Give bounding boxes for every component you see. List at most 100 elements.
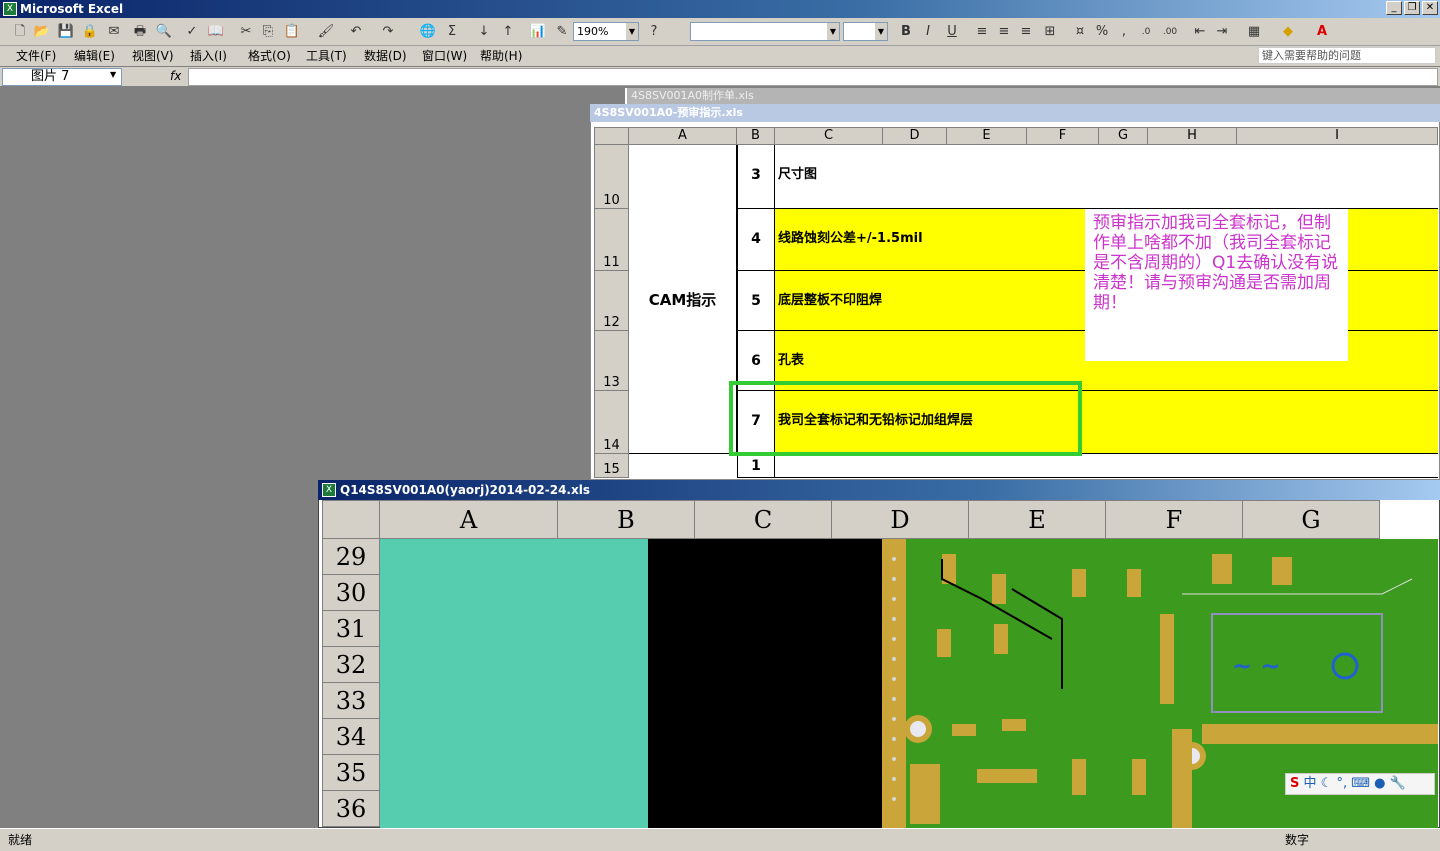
item-text-cell[interactable]: 尺寸图 — [775, 145, 1438, 209]
column-header-C[interactable]: C — [695, 500, 832, 539]
menu-item-2[interactable]: 视图(V) — [132, 48, 174, 64]
copy-icon[interactable]: ⎘ — [258, 22, 278, 42]
help-search-input[interactable]: 键入需要帮助的问题 — [1258, 47, 1436, 64]
row-header[interactable]: 35 — [322, 755, 380, 791]
name-box[interactable]: 图片 7 — [2, 68, 122, 86]
align-left-icon[interactable]: ≡ — [972, 22, 992, 42]
bold-button[interactable]: B — [896, 22, 916, 42]
increase-decimal-icon[interactable]: .0 — [1136, 22, 1156, 42]
workbook-window-title[interactable]: 4S8SV001A0制作单.xls — [625, 88, 1440, 104]
font-color-icon[interactable]: A — [1312, 22, 1332, 42]
percent-icon[interactable]: % — [1092, 22, 1112, 42]
menu-item-6[interactable]: 数据(D) — [364, 48, 407, 64]
row-header[interactable]: 30 — [322, 575, 380, 611]
row-header[interactable]: 36 — [322, 791, 380, 827]
minimize-button[interactable]: _ — [1386, 1, 1402, 15]
column-header-A[interactable]: A — [629, 127, 737, 145]
row-header[interactable]: 11 — [594, 209, 629, 271]
menu-item-3[interactable]: 插入(I) — [190, 48, 227, 64]
decrease-indent-icon[interactable]: ⇤ — [1190, 22, 1210, 42]
select-all-corner[interactable] — [322, 500, 380, 539]
close-button[interactable]: ✕ — [1422, 1, 1438, 15]
user-icon[interactable]: ● — [1374, 776, 1385, 791]
column-header-E[interactable]: E — [947, 127, 1027, 145]
chevron-down-icon[interactable]: ▼ — [827, 23, 839, 40]
punctuation-icon[interactable]: °, — [1336, 776, 1347, 791]
ime-toolbar[interactable]: S 中 ☾ °, ⌨ ● 🔧 — [1285, 773, 1435, 795]
undo-icon[interactable]: ↶ — [346, 22, 366, 42]
format-painter-icon[interactable]: 🖌 — [316, 22, 336, 42]
decrease-decimal-icon[interactable]: .00 — [1160, 22, 1180, 42]
underline-button[interactable]: U — [942, 22, 962, 42]
column-header-F[interactable]: F — [1106, 500, 1243, 539]
column-header-C[interactable]: C — [775, 127, 883, 145]
chevron-down-icon[interactable]: ▼ — [110, 70, 116, 79]
menu-item-7[interactable]: 窗口(W) — [422, 48, 467, 64]
row-header[interactable]: 15 — [594, 454, 629, 478]
permission-icon[interactable]: 🔒 — [80, 22, 100, 42]
row-header[interactable]: 12 — [594, 271, 629, 331]
row-header[interactable]: 32 — [322, 647, 380, 683]
align-center-icon[interactable]: ≡ — [994, 22, 1014, 42]
row-header[interactable]: 14 — [594, 391, 629, 454]
merge-center-icon[interactable]: ⊞ — [1040, 22, 1060, 42]
column-header-A[interactable]: A — [380, 500, 558, 539]
item-number-cell[interactable]: 4 — [737, 209, 775, 271]
paste-icon[interactable]: 📋 — [282, 22, 302, 42]
merged-cell-label[interactable]: CAM指示 — [629, 145, 737, 454]
align-right-icon[interactable]: ≡ — [1016, 22, 1036, 42]
row-header[interactable]: 31 — [322, 611, 380, 647]
font-size-combo[interactable]: ▼ — [843, 22, 888, 41]
column-header-B[interactable]: B — [737, 127, 775, 145]
sum-icon[interactable]: Σ — [442, 22, 462, 42]
spell-icon[interactable]: ✓ — [182, 22, 202, 42]
ime-mode[interactable]: 中 — [1304, 776, 1317, 791]
fx-icon[interactable]: fx — [170, 69, 181, 83]
column-header-D[interactable]: D — [883, 127, 947, 145]
hyperlink-icon[interactable]: 🌐 — [418, 22, 438, 42]
item-number-cell[interactable]: 5 — [737, 271, 775, 331]
menu-item-0[interactable]: 文件(F) — [16, 48, 56, 64]
column-header-G[interactable]: G — [1099, 127, 1148, 145]
keyboard-icon[interactable]: ⌨ — [1351, 776, 1370, 791]
row-header[interactable]: 13 — [594, 331, 629, 391]
drawing-icon[interactable]: ✎ — [552, 22, 572, 42]
column-header-E[interactable]: E — [969, 500, 1106, 539]
menu-item-1[interactable]: 编辑(E) — [74, 48, 115, 64]
new-icon[interactable]: 🗋 — [10, 22, 30, 42]
menu-item-8[interactable]: 帮助(H) — [480, 48, 522, 64]
borders-icon[interactable]: ▦ — [1244, 22, 1264, 42]
open-icon[interactable]: 📂 — [32, 22, 52, 42]
print-icon[interactable]: 🖶 — [130, 22, 150, 42]
comment-note[interactable]: 预审指示加我司全套标记，但制作单上啥都不加（我司全套标记是不含周期的）Q1去确认… — [1085, 209, 1348, 361]
moon-icon[interactable]: ☾ — [1321, 776, 1333, 791]
column-header-B[interactable]: B — [558, 500, 695, 539]
fill-color-icon[interactable]: ◆ — [1278, 22, 1298, 42]
sort-desc-icon[interactable]: ↑ — [498, 22, 518, 42]
wrench-icon[interactable]: 🔧 — [1390, 776, 1406, 791]
menu-item-5[interactable]: 工具(T) — [306, 48, 347, 64]
restore-button[interactable]: ❐ — [1404, 1, 1420, 15]
column-header-D[interactable]: D — [832, 500, 969, 539]
sort-asc-icon[interactable]: ↓ — [474, 22, 494, 42]
increase-indent-icon[interactable]: ⇥ — [1212, 22, 1232, 42]
row-header[interactable]: 33 — [322, 683, 380, 719]
save-icon[interactable]: 💾 — [56, 22, 76, 42]
select-all-corner[interactable] — [594, 127, 629, 145]
item-number-cell[interactable]: 3 — [737, 145, 775, 209]
menu-item-4[interactable]: 格式(O) — [248, 48, 291, 64]
column-header-H[interactable]: H — [1148, 127, 1237, 145]
workbook-window-title[interactable]: Q14S8SV001A0(yaorj)2014-02-24.xls — [318, 480, 1440, 500]
chart-icon[interactable]: 📊 — [528, 22, 548, 42]
email-icon[interactable]: ✉ — [104, 22, 124, 42]
zoom-combo[interactable]: 190% ▼ — [573, 22, 639, 41]
comma-icon[interactable]: , — [1114, 22, 1134, 42]
row-header[interactable]: 34 — [322, 719, 380, 755]
chevron-down-icon[interactable]: ▼ — [626, 23, 638, 40]
column-header-I[interactable]: I — [1237, 127, 1438, 145]
redo-icon[interactable]: ↷ — [378, 22, 398, 42]
preview-icon[interactable]: 🔍 — [154, 22, 174, 42]
workbook-window-title[interactable]: 4S8SV001A0-预审指示.xls — [590, 104, 1440, 122]
help-icon[interactable]: ? — [644, 22, 664, 42]
currency-icon[interactable]: ¤ — [1070, 22, 1090, 42]
